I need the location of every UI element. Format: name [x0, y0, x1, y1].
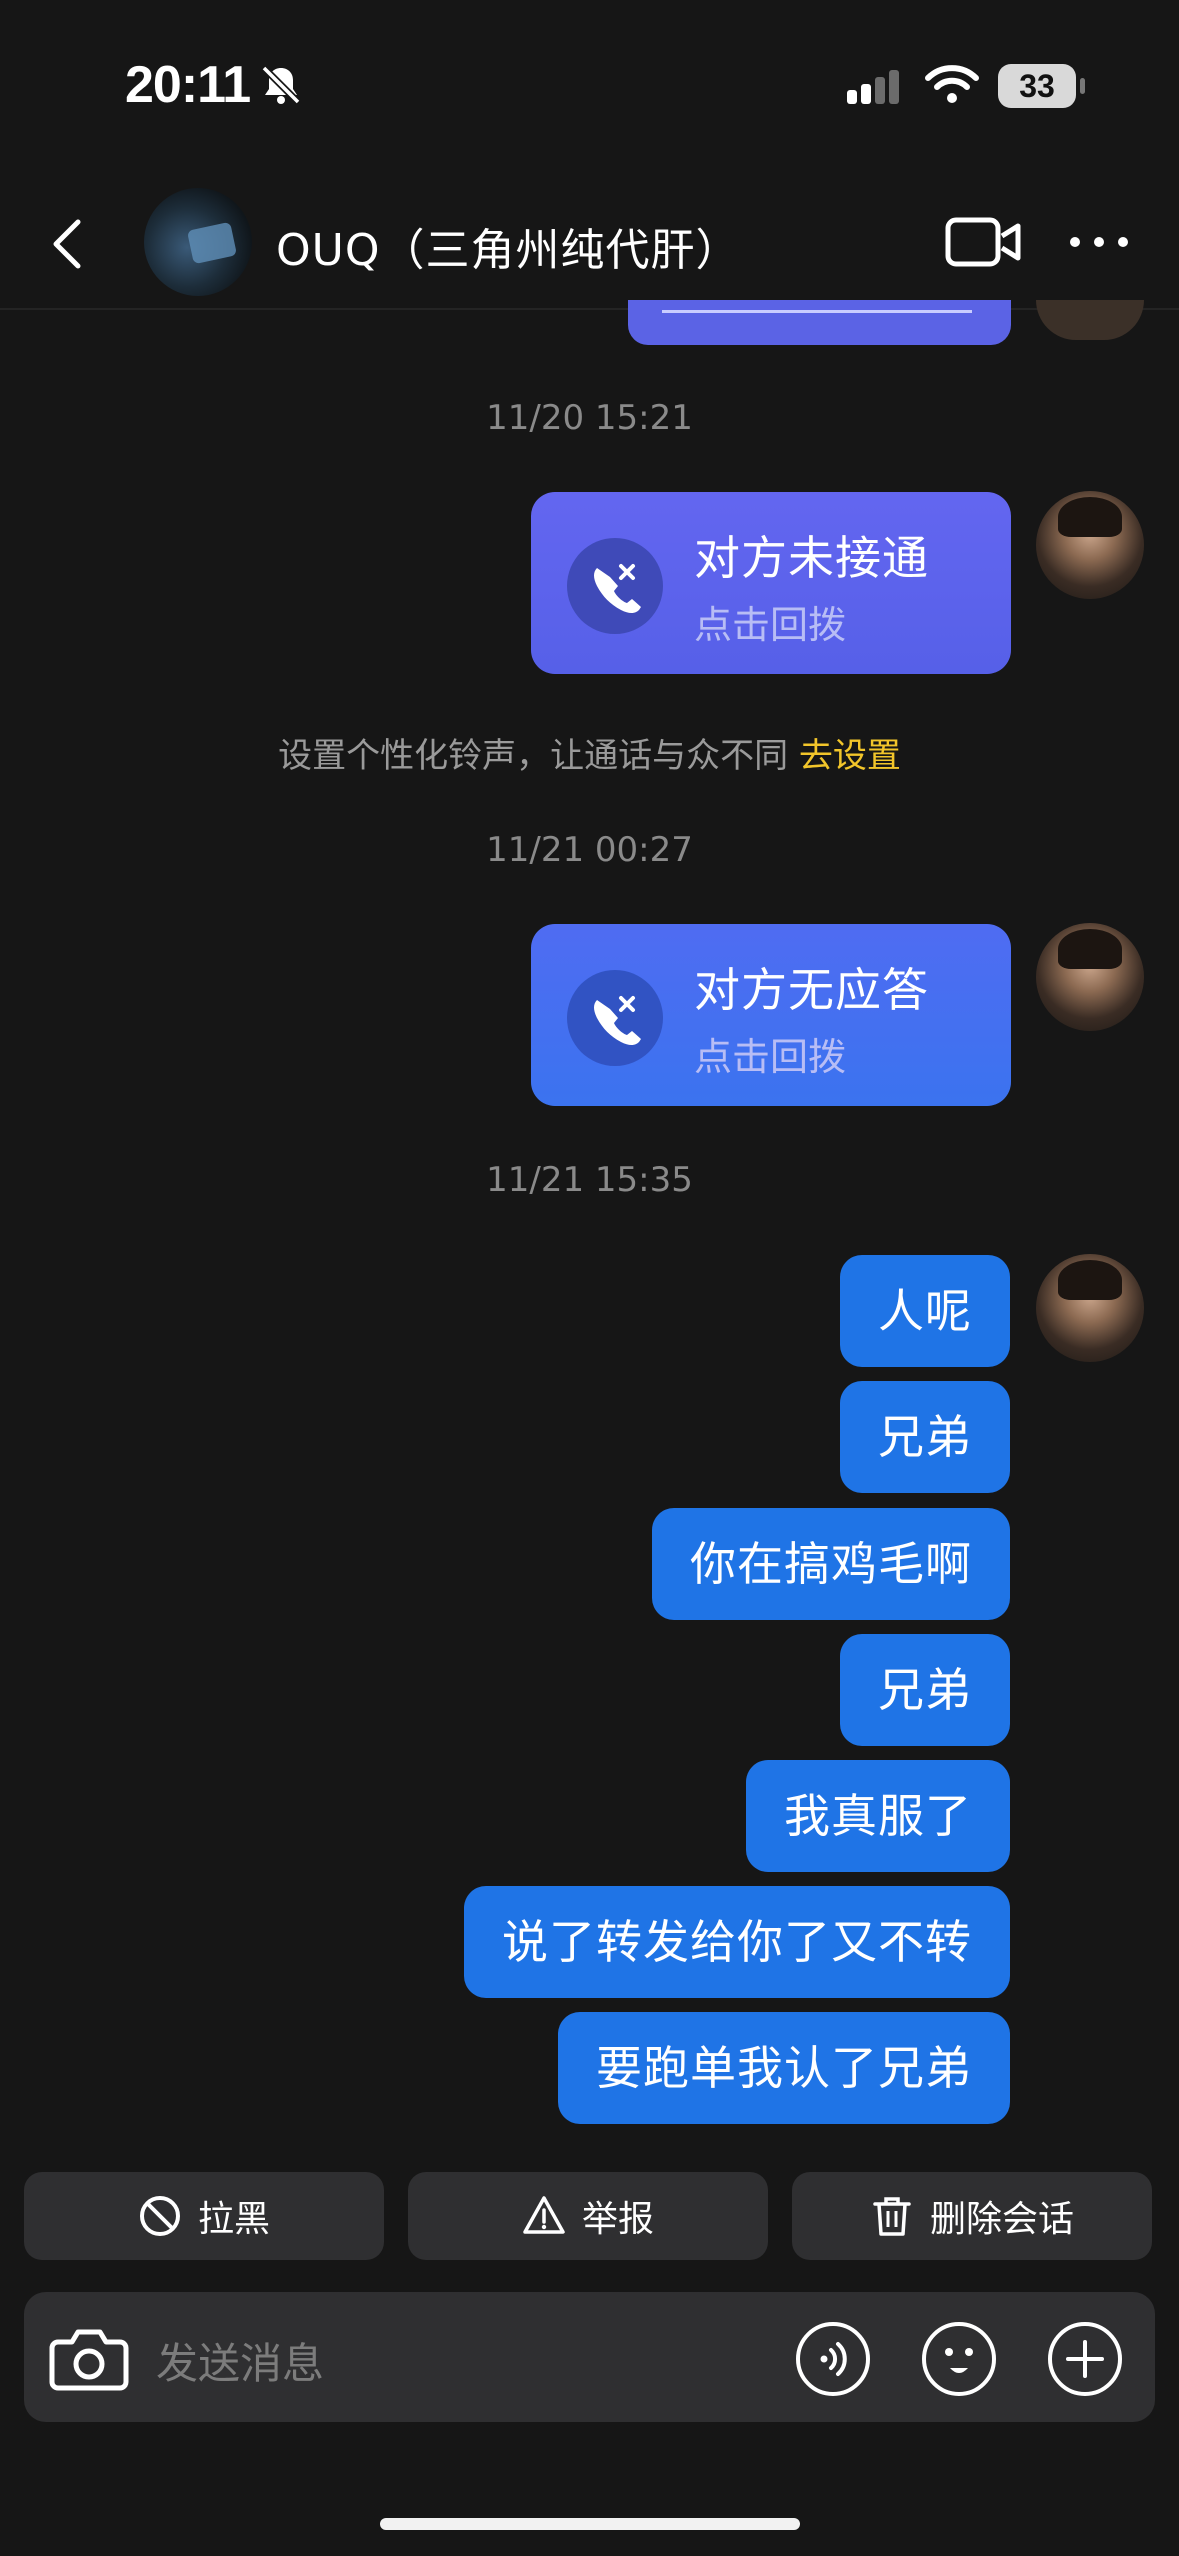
no-answer-call-bubble[interactable]: 对方无应答 点击回拨: [531, 924, 1011, 1106]
status-time: 20:11: [125, 56, 251, 114]
message-bubble[interactable]: 说了转发给你了又不转: [464, 1886, 1010, 1998]
ringtone-hint-text: 设置个性化铃声，让通话与众不同: [278, 736, 789, 776]
message-input-placeholder[interactable]: 发送消息: [156, 2330, 324, 2391]
delete-label: 删除会话: [929, 2199, 1074, 2240]
block-button[interactable]: 拉黑: [24, 2172, 384, 2260]
camera-icon[interactable]: [48, 2318, 130, 2396]
timestamp: 11/21 15:35: [486, 1160, 693, 1200]
block-icon: [139, 2196, 180, 2236]
call-redial-label: 点击回拨: [694, 1035, 847, 1079]
report-button[interactable]: 举报: [408, 2172, 768, 2260]
block-label: 拉黑: [197, 2199, 270, 2240]
message-bubble[interactable]: 人呢: [840, 1255, 1010, 1367]
report-label: 举报: [581, 2199, 654, 2240]
missed-call-icon: [567, 970, 663, 1066]
trash-icon: [873, 2197, 911, 2236]
back-arrow-icon[interactable]: [40, 214, 100, 274]
battery-cap: [1080, 78, 1085, 94]
call-title: 对方无应答: [694, 963, 929, 1017]
cellular-signal-icon: [847, 70, 899, 104]
warning-icon: [523, 2196, 565, 2234]
my-avatar[interactable]: [1036, 923, 1144, 1031]
previous-message-underline: [662, 310, 972, 313]
my-avatar[interactable]: [1036, 300, 1144, 340]
voice-icon[interactable]: [794, 2320, 872, 2398]
missed-call-icon: [567, 538, 663, 634]
delete-conversation-button[interactable]: 删除会话: [792, 2172, 1152, 2260]
timestamp: 11/20 15:21: [486, 398, 693, 438]
message-bubble[interactable]: 要跑单我认了兄弟: [558, 2012, 1010, 2124]
emoji-icon[interactable]: [920, 2320, 998, 2398]
contact-avatar[interactable]: [144, 188, 252, 296]
previous-message-bubble[interactable]: [628, 300, 1011, 345]
ringtone-hint: 设置个性化铃声，让通话与众不同 去设置: [0, 728, 1179, 777]
home-indicator[interactable]: [380, 2518, 800, 2530]
message-bubble[interactable]: 兄弟: [840, 1381, 1010, 1493]
muted-bell-icon: [261, 65, 301, 105]
go-settings-link[interactable]: 去设置: [799, 736, 901, 776]
contact-name[interactable]: OUQ（三角州纯代肝）: [276, 214, 740, 278]
wifi-icon: [925, 65, 979, 103]
timestamp: 11/21 00:27: [486, 830, 693, 870]
message-bubble[interactable]: 我真服了: [746, 1760, 1010, 1872]
message-bubble[interactable]: 兄弟: [840, 1634, 1010, 1746]
video-call-icon[interactable]: [944, 212, 1024, 272]
call-redial-label: 点击回拨: [694, 603, 847, 647]
battery-indicator: 33: [998, 64, 1076, 108]
my-avatar[interactable]: [1036, 491, 1144, 599]
plus-icon[interactable]: [1046, 2320, 1124, 2398]
my-avatar[interactable]: [1036, 1254, 1144, 1362]
message-bubble[interactable]: 你在搞鸡毛啊: [652, 1508, 1010, 1620]
more-options-icon[interactable]: [1066, 222, 1132, 262]
missed-call-bubble[interactable]: 对方未接通 点击回拨: [531, 492, 1011, 674]
call-title: 对方未接通: [694, 531, 929, 585]
